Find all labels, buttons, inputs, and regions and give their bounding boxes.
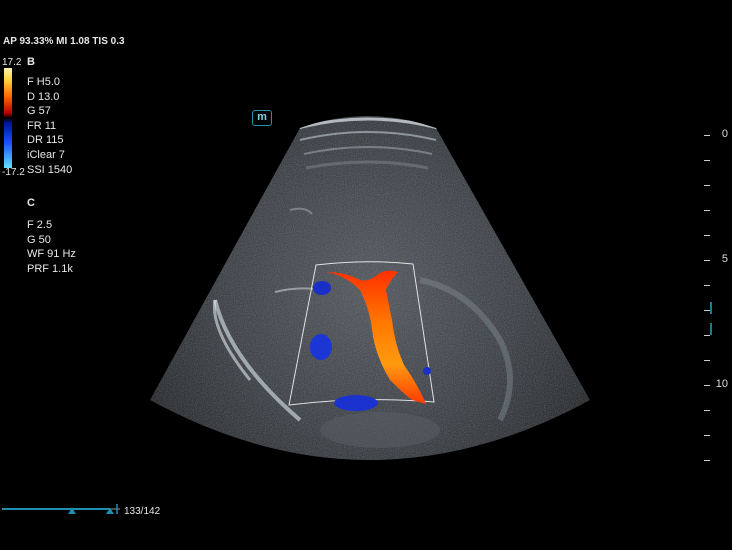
flow-blue-2 [310,334,332,360]
mode-b-params: F H5.0 D 13.0 G 57 FR 11 DR 115 iClear 7… [27,75,72,177]
depth-label-10: 10 [715,378,728,390]
flow-blue-4 [423,367,431,375]
param-iclear: iClear 7 [27,148,65,161]
param-frequency: F H5.0 [27,76,61,88]
mode-b-title: B [27,56,35,68]
ultrasound-image [2,68,712,514]
depth-label-5: 5 [721,253,728,265]
depth-tick [704,210,710,211]
param-depth: D 13.0 [27,90,60,103]
depth-tick [704,385,710,386]
depth-tick [704,460,710,461]
flow-blue-3 [334,395,378,411]
power-info: AP 93.33% MI 1.08 TIS 0.3 [3,36,125,47]
depth-label-0: 0 [721,128,728,140]
param-ssi: SSI 1540 [27,163,73,176]
param-color-gain: G 50 [27,233,51,246]
param-prf: PRF 1.1k [27,262,73,275]
depth-tick [704,435,710,436]
depth-tick [704,410,710,411]
cine-frame-counter: 133/142 [124,506,161,517]
color-scale-min: -17.2 [2,167,25,178]
param-wall-filter: WF 91 Hz [27,248,76,261]
color-scale-max: 17.2 [2,57,22,68]
depth-tick [704,260,710,261]
depth-tick [704,310,710,311]
depth-tick [704,185,710,186]
depth-tick [704,285,710,286]
mode-c-title: C [27,197,35,209]
depth-tick [704,135,710,136]
depth-tick [704,335,710,336]
depth-tick [704,235,710,236]
param-frame-rate: FR 11 [27,119,57,132]
probe-orientation-marker: m [252,110,272,126]
depth-tick [704,360,710,361]
param-dynamic-range: DR 115 [27,134,64,147]
depth-tick [704,160,710,161]
color-scale-bar [4,68,12,168]
param-gain: G 57 [27,105,51,118]
flow-blue-1 [313,281,331,295]
mode-c-params: F 2.5 G 50 WF 91 Hz PRF 1.1k [27,218,76,276]
param-color-frequency: F 2.5 [27,219,53,231]
